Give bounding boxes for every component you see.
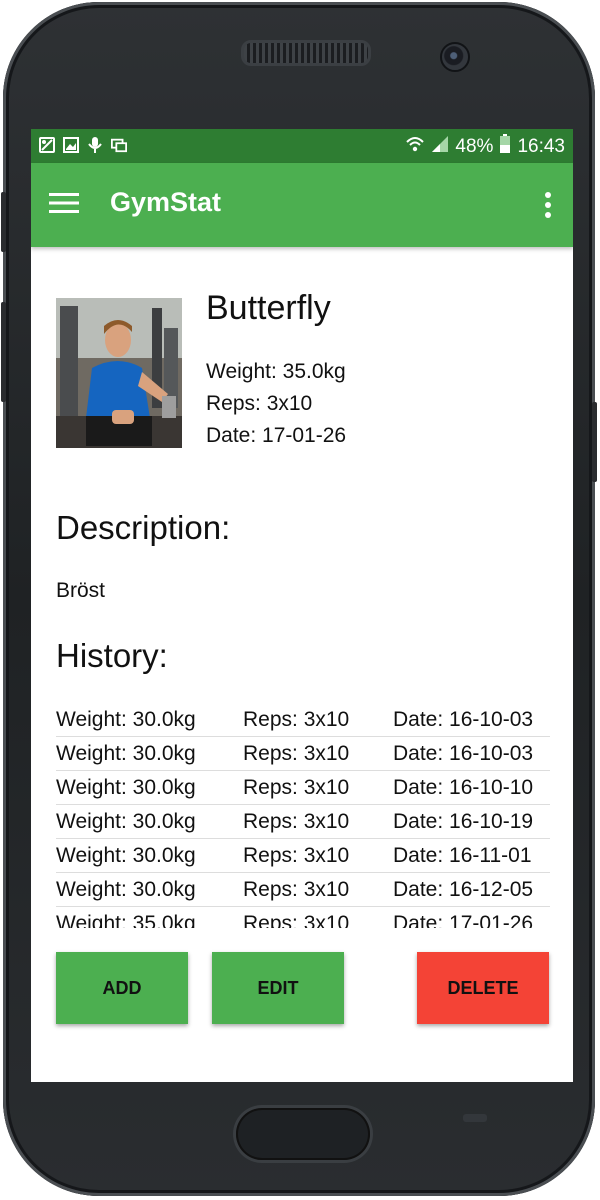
history-date: Date: 16-10-03: [393, 742, 534, 765]
battery-icon: [499, 134, 511, 160]
status-bar: 48% 16:43: [31, 129, 573, 163]
description-heading: Description:: [56, 509, 231, 546]
history-reps: Reps: 3x10: [243, 776, 350, 799]
edit-button[interactable]: EDIT: [212, 952, 344, 1024]
add-button[interactable]: ADD: [56, 952, 188, 1024]
history-reps: Reps: 3x10: [243, 742, 350, 765]
screen-mirror-icon: [111, 136, 127, 154]
history-row: Weight: 30.0kg Reps: 3x10 Date: 16-10-03: [56, 737, 550, 771]
power-button: [592, 402, 597, 482]
history-date: Date: 16-10-03: [393, 708, 534, 731]
description-text: Bröst: [56, 579, 106, 602]
hamburger-menu-icon[interactable]: [49, 191, 83, 219]
history-row: Weight: 30.0kg Reps: 3x10 Date: 16-10-03: [56, 703, 550, 737]
history-weight: Weight: 35.0kg: [56, 912, 196, 928]
back-key[interactable]: [463, 1114, 487, 1122]
earpiece-speaker: [241, 40, 371, 66]
screen: 48% 16:43 GymStat Butterfly Weight: 35.0…: [31, 129, 573, 1082]
history-weight: Weight: 30.0kg: [56, 844, 196, 867]
battery-percent: 48%: [455, 136, 494, 157]
map-icon: [39, 136, 55, 154]
clock: 16:43: [517, 136, 565, 157]
history-reps: Reps: 3x10: [243, 878, 350, 901]
history-reps: Reps: 3x10: [243, 844, 350, 867]
notification-icons: [39, 136, 127, 154]
app-bar: GymStat: [31, 163, 573, 247]
history-row: Weight: 30.0kg Reps: 3x10 Date: 16-10-10: [56, 771, 550, 805]
history-reps: Reps: 3x10: [243, 810, 350, 833]
history-date: Date: 16-12-05: [393, 878, 534, 901]
exercise-name: Butterfly: [206, 289, 331, 327]
exercise-photo: [56, 298, 182, 448]
history-weight: Weight: 30.0kg: [56, 776, 196, 799]
history-heading: History:: [56, 637, 168, 674]
history-date: Date: 17-01-26: [393, 912, 534, 928]
history-date: Date: 16-11-01: [393, 844, 532, 867]
more-vert-icon[interactable]: [543, 190, 553, 220]
image-icon: [63, 136, 79, 154]
history-date: Date: 16-10-19: [393, 810, 534, 833]
history-date: Date: 16-10-10: [393, 776, 534, 799]
history-weight: Weight: 30.0kg: [56, 878, 196, 901]
history-reps: Reps: 3x10: [243, 708, 350, 731]
phone-frame: 48% 16:43 GymStat Butterfly Weight: 35.0…: [1, 2, 597, 1196]
bixby-button: [1, 302, 6, 402]
exercise-reps: Reps: 3x10: [206, 392, 313, 415]
home-button[interactable]: [236, 1108, 370, 1160]
exercise-date: Date: 17-01-26: [206, 424, 347, 447]
front-camera: [440, 42, 470, 72]
history-weight: Weight: 30.0kg: [56, 742, 196, 765]
history-row: Weight: 30.0kg Reps: 3x10 Date: 16-11-01: [56, 839, 550, 873]
history-weight: Weight: 30.0kg: [56, 708, 196, 731]
exercise-weight: Weight: 35.0kg: [206, 360, 346, 383]
system-status: 48% 16:43: [405, 134, 565, 160]
history-weight: Weight: 30.0kg: [56, 810, 196, 833]
app-title: GymStat: [110, 187, 222, 217]
history-row: Weight: 35.0kg Reps: 3x10 Date: 17-01-26: [56, 907, 550, 928]
history-list[interactable]: Weight: 30.0kg Reps: 3x10 Date: 16-10-03…: [56, 703, 550, 928]
mic-icon: [87, 136, 103, 154]
delete-button[interactable]: DELETE: [417, 952, 549, 1024]
history-row: Weight: 30.0kg Reps: 3x10 Date: 16-12-05: [56, 873, 550, 907]
wifi-icon: [405, 135, 425, 159]
history-row: Weight: 30.0kg Reps: 3x10 Date: 16-10-19: [56, 805, 550, 839]
signal-icon: [431, 135, 449, 159]
history-reps: Reps: 3x10: [243, 912, 350, 928]
volume-button: [1, 192, 6, 252]
